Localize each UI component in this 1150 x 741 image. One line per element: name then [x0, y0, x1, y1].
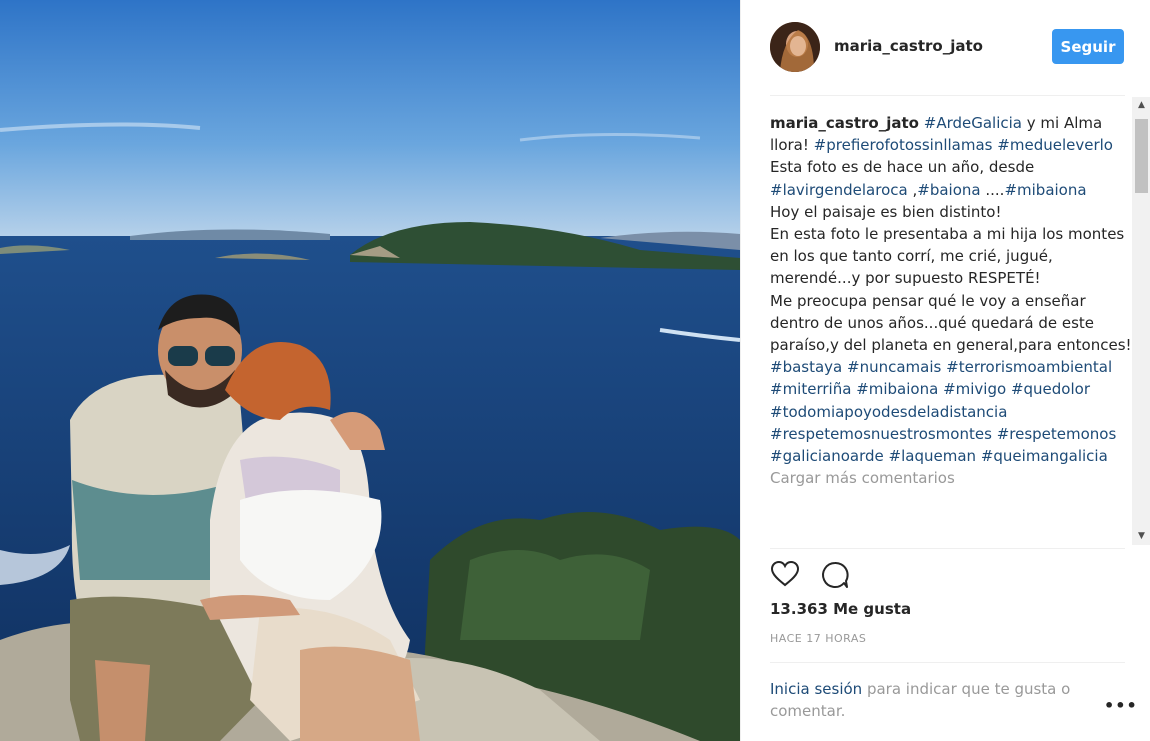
- scrollbar-thumb[interactable]: [1135, 119, 1148, 193]
- avatar-image: [770, 22, 820, 72]
- follow-button[interactable]: Seguir: [1052, 29, 1124, 64]
- hashtag-link[interactable]: #respetemonos: [997, 425, 1117, 443]
- header-divider: [770, 95, 1125, 96]
- hashtag-link[interactable]: #lavirgendelaroca: [770, 181, 908, 199]
- load-more-comments-link[interactable]: Cargar más comentarios: [770, 467, 1132, 489]
- hashtag-link[interactable]: #mibaiona: [856, 380, 938, 398]
- comment-icon-glyph: [822, 561, 849, 588]
- comments-divider: [770, 548, 1125, 549]
- hashtag-link[interactable]: #miterriña: [770, 380, 851, 398]
- caption-area: maria_castro_jato #ArdeGalicia y mi Alma…: [770, 112, 1132, 548]
- hashtag-link[interactable]: #prefierofotossinllamas: [814, 136, 993, 154]
- hashtag-link[interactable]: #terrorismoambiental: [946, 358, 1112, 376]
- hashtag-link[interactable]: #quedolor: [1011, 380, 1090, 398]
- login-link[interactable]: Inicia sesión: [770, 680, 862, 698]
- footer-divider: [770, 662, 1125, 663]
- hashtag-link[interactable]: #nuncamais: [847, 358, 941, 376]
- photo-scene: [0, 0, 740, 741]
- header-username[interactable]: maria_castro_jato: [834, 37, 983, 55]
- hashtag-link[interactable]: #mivigo: [943, 380, 1006, 398]
- hashtag-link[interactable]: #bastaya: [770, 358, 842, 376]
- hashtag-link[interactable]: #galicianoarde: [770, 447, 884, 465]
- caption: maria_castro_jato #ArdeGalicia y mi Alma…: [770, 112, 1132, 467]
- scroll-down-arrow-icon[interactable]: ▼: [1132, 528, 1150, 545]
- hashtag-link[interactable]: #baiona: [917, 181, 980, 199]
- hashtag-link[interactable]: #medueleverlo: [997, 136, 1113, 154]
- hashtag-link[interactable]: #respetemosnuestrosmontes: [770, 425, 992, 443]
- avatar[interactable]: [770, 22, 820, 72]
- caption-text: Me preocupa pensar qué le voy a enseñar …: [770, 291, 1132, 355]
- caption-text: Esta foto es de hace un año, desde: [770, 158, 1035, 177]
- heart-icon[interactable]: [770, 560, 800, 592]
- hashtag-link[interactable]: #mibaiona: [1004, 181, 1086, 199]
- post-header: maria_castro_jato Seguir: [741, 0, 1150, 96]
- heart-icon-glyph: [770, 560, 800, 587]
- instagram-post: maria_castro_jato Seguir maria_castro_ja…: [0, 0, 1150, 741]
- login-prompt: Inicia sesión para indicar que te gusta …: [770, 678, 1100, 722]
- post-timestamp[interactable]: HACE 17 HORAS: [770, 632, 866, 645]
- hashtag-link[interactable]: #todomiapoyodesdeladistancia: [770, 403, 1007, 421]
- comments-scrollbar[interactable]: ▲ ▼: [1132, 97, 1150, 545]
- caption-text: En esta foto le presentaba a mi hija los…: [770, 225, 1125, 288]
- post-photo[interactable]: [0, 0, 740, 741]
- post-sidebar: maria_castro_jato Seguir maria_castro_ja…: [740, 0, 1150, 741]
- scroll-up-arrow-icon[interactable]: ▲: [1132, 97, 1150, 114]
- likes-count[interactable]: 13.363 Me gusta: [770, 600, 911, 618]
- hashtag-link[interactable]: #laqueman: [889, 447, 977, 465]
- more-options-icon[interactable]: •••: [1104, 696, 1138, 715]
- caption-author[interactable]: maria_castro_jato: [770, 114, 919, 132]
- hashtag-link[interactable]: #queimangalicia: [981, 447, 1108, 465]
- comment-icon[interactable]: [820, 560, 850, 594]
- caption-text: ....: [985, 180, 1005, 199]
- caption-text: Hoy el paisaje es bien distinto!: [770, 202, 1002, 221]
- hashtag-link[interactable]: #ArdeGalicia: [924, 114, 1022, 132]
